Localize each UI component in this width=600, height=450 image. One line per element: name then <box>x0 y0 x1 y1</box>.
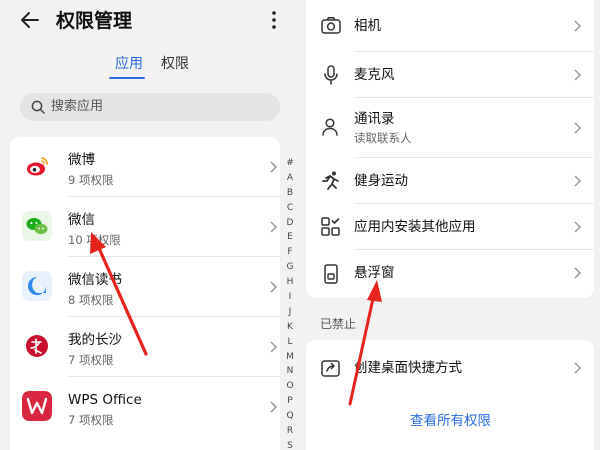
floating-window-icon <box>324 264 338 284</box>
chevron-right-icon <box>574 175 582 187</box>
app-row-wps-office[interactable]: WPS Office 7 项权限 <box>10 377 280 437</box>
alphabet-index-letter[interactable]: O <box>282 379 298 394</box>
app-name: 我的长沙 <box>68 332 122 348</box>
permission-row-fitness[interactable]: 健身运动 <box>306 158 594 204</box>
permission-label: 创建桌面快捷方式 <box>354 360 462 376</box>
app-name: 微信 <box>68 212 95 228</box>
permission-row-camera[interactable]: 相机 <box>306 0 594 52</box>
search-placeholder: 搜索应用 <box>51 99 104 114</box>
app-permission-screen: 权限管理 应用 权限 搜索应用 微博 9 项权限 微信 10 项权限 微信读书 … <box>0 0 300 450</box>
tab-bar: 应用 权限 <box>0 52 300 82</box>
permission-detail-screen: 相机 麦克风 通讯录 读取联系人 健身运动 应用内安装其他应用 悬浮窗 已禁止 … <box>300 0 600 450</box>
permission-row-contacts[interactable]: 通讯录 读取联系人 <box>306 98 594 158</box>
app-row-mychangsha[interactable]: 我的长沙 7 项权限 <box>10 317 280 377</box>
alphabet-index-letter[interactable]: C <box>282 201 298 216</box>
search-icon <box>31 100 45 114</box>
alphabet-index-letter[interactable]: D <box>282 216 298 231</box>
wechat-icon <box>22 211 52 241</box>
weread-icon <box>22 271 52 301</box>
page-title: 权限管理 <box>56 10 133 32</box>
tab-apps[interactable]: 应用 <box>115 54 143 74</box>
permission-count: 9 项权限 <box>68 173 114 187</box>
section-header-blocked: 已禁止 <box>320 317 357 331</box>
running-icon <box>322 171 339 190</box>
chevron-right-icon <box>270 341 278 353</box>
shortcut-icon <box>321 360 340 377</box>
more-vertical-icon[interactable] <box>262 8 286 32</box>
allowed-permissions-card: 相机 麦克风 通讯录 读取联系人 健身运动 应用内安装其他应用 悬浮窗 <box>306 0 594 298</box>
permission-sublabel: 读取联系人 <box>354 131 412 145</box>
permission-row-floating-window[interactable]: 悬浮窗 <box>306 250 594 298</box>
active-tab-indicator <box>109 77 145 79</box>
app-bar: 权限管理 <box>0 0 300 40</box>
alphabet-index-letter[interactable]: M <box>282 350 298 365</box>
permission-label: 相机 <box>354 18 381 34</box>
contacts-icon <box>322 118 338 136</box>
search-input[interactable]: 搜索应用 <box>20 93 280 121</box>
app-row-weread[interactable]: 微信读书 8 项权限 <box>10 257 280 317</box>
app-row-wechat[interactable]: 微信 10 项权限 <box>10 197 280 257</box>
permission-count: 8 项权限 <box>68 293 114 307</box>
alphabet-index-letter[interactable]: S <box>282 439 298 450</box>
alphabet-index-letter[interactable]: L <box>282 335 298 350</box>
alphabet-index-letter[interactable]: P <box>282 394 298 409</box>
app-name: 微博 <box>68 152 95 168</box>
arrow-left-icon[interactable] <box>18 8 42 32</box>
chevron-right-icon <box>270 401 278 413</box>
chevron-right-icon <box>270 281 278 293</box>
permission-row-create-shortcut[interactable]: 创建桌面快捷方式 <box>306 340 594 396</box>
alphabet-index-letter[interactable]: I <box>282 290 298 305</box>
chevron-right-icon <box>574 69 582 81</box>
chevron-right-icon <box>574 122 582 134</box>
permission-row-install-apps[interactable]: 应用内安装其他应用 <box>306 204 594 250</box>
weibo-icon <box>22 151 52 181</box>
alphabet-index-letter[interactable]: K <box>282 320 298 335</box>
chevron-right-icon <box>574 20 582 32</box>
alphabet-index-letter[interactable]: N <box>282 364 298 379</box>
microphone-icon <box>324 65 338 85</box>
alphabet-index-letter[interactable]: R <box>282 424 298 439</box>
permission-count: 10 项权限 <box>68 233 121 247</box>
permission-row-microphone[interactable]: 麦克风 <box>306 52 594 98</box>
alphabet-index-letter[interactable]: A <box>282 171 298 186</box>
alphabet-index-letter[interactable]: J <box>282 305 298 320</box>
alphabet-index-letter[interactable]: B <box>282 186 298 201</box>
app-list: 微博 9 项权限 微信 10 项权限 微信读书 8 项权限 我的长沙 7 项权限… <box>10 137 280 450</box>
alphabet-index-letter[interactable]: G <box>282 260 298 275</box>
app-name: WPS Office <box>68 392 142 408</box>
alphabet-index-letter[interactable]: H <box>282 275 298 290</box>
alphabet-index-letter[interactable]: F <box>282 245 298 260</box>
permission-count: 7 项权限 <box>68 413 114 427</box>
chevron-right-icon <box>574 362 582 374</box>
chevron-right-icon <box>574 221 582 233</box>
chevron-right-icon <box>270 221 278 233</box>
permission-label: 麦克风 <box>354 67 395 83</box>
app-row-weibo[interactable]: 微博 9 项权限 <box>10 137 280 197</box>
alphabet-index-letter[interactable]: Q <box>282 409 298 424</box>
chevron-right-icon <box>270 161 278 173</box>
wps-icon <box>22 391 52 421</box>
permission-label: 悬浮窗 <box>354 265 395 281</box>
permission-label: 通讯录 <box>354 111 395 127</box>
view-all-permissions-link[interactable]: 查看所有权限 <box>410 412 491 430</box>
permission-label: 应用内安装其他应用 <box>354 219 476 235</box>
apps-install-icon <box>321 217 340 236</box>
blocked-permissions-card: 创建桌面快捷方式 <box>306 340 594 450</box>
tab-permissions[interactable]: 权限 <box>161 54 189 74</box>
mychangsha-icon <box>22 331 52 361</box>
alphabet-index[interactable]: # A B C D E F G H I J K L M N O P Q R S <box>282 156 298 450</box>
alphabet-index-letter[interactable]: E <box>282 230 298 245</box>
permission-label: 健身运动 <box>354 173 408 189</box>
app-name: 微信读书 <box>68 272 122 288</box>
alphabet-index-letter[interactable]: # <box>282 156 298 171</box>
permission-count: 7 项权限 <box>68 353 114 367</box>
camera-icon <box>321 17 341 34</box>
chevron-right-icon <box>574 267 582 279</box>
